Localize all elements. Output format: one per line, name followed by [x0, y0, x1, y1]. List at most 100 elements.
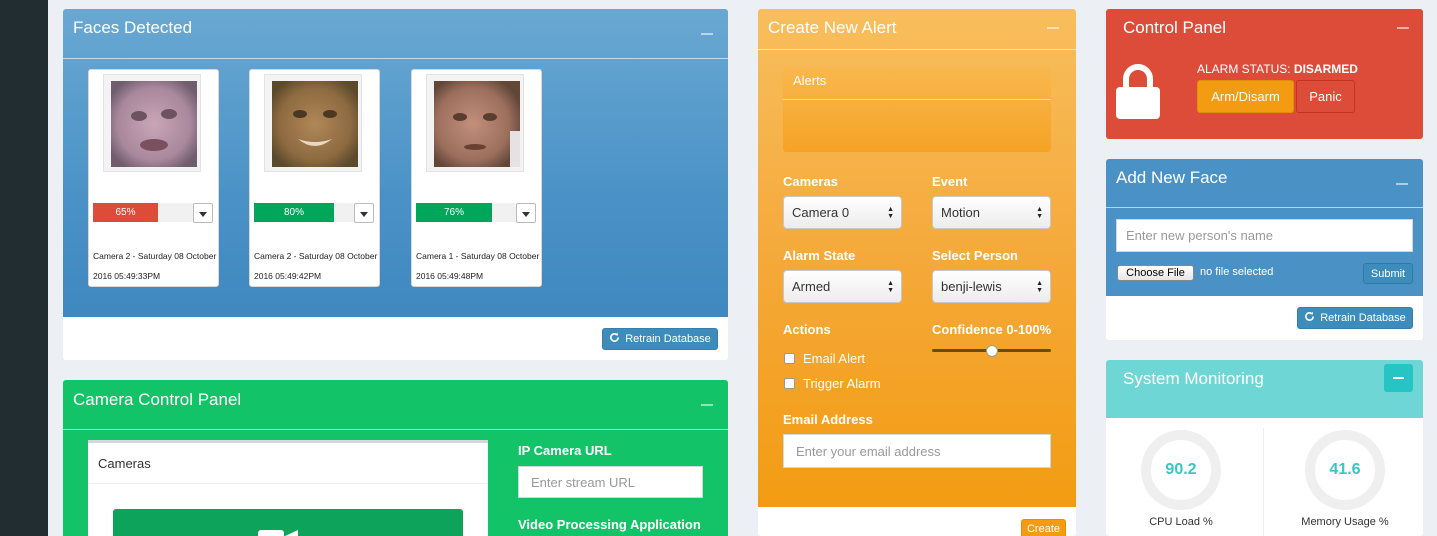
cameras-box: Cameras: [88, 440, 488, 536]
system-monitoring-header: System Monitoring: [1106, 360, 1423, 418]
video-camera-icon: [258, 528, 298, 536]
select-arrows-icon: ▲ ▼: [887, 280, 894, 294]
face-thumbnail: [264, 74, 362, 172]
alarm-status-value: DISARMED: [1293, 62, 1358, 76]
event-select-value: Motion: [941, 205, 981, 220]
face-thumbnail: [426, 74, 524, 172]
add-new-face-panel: Add New Face Enter new person's name Cho…: [1106, 159, 1423, 340]
retrain-database-label: Retrain Database: [1320, 312, 1406, 324]
confidence-bar: 76%: [416, 203, 492, 222]
cpu-load-label: CPU Load %: [1149, 516, 1213, 528]
face-caption: Camera 2 - Saturday 08 October 2016 05:4…: [254, 251, 378, 281]
panel-title: System Monitoring: [1123, 369, 1264, 388]
face-options-dropdown[interactable]: [354, 203, 374, 223]
divider: [758, 49, 1076, 50]
divider: [1106, 207, 1423, 208]
select-arrows-icon: ▲ ▼: [887, 206, 894, 220]
alarm-state-select[interactable]: Armed ▲ ▼: [783, 270, 902, 303]
email-alert-label: Email Alert: [803, 351, 866, 366]
event-label: Event: [932, 174, 968, 189]
person-select-value: benji-lewis: [941, 279, 1002, 294]
face-options-dropdown[interactable]: [516, 203, 536, 223]
control-panel: Control Panel ALARM STATUS: DISARMED Arm…: [1106, 9, 1423, 139]
face-image: [111, 81, 197, 167]
memory-usage-gauge: 41.6: [1305, 430, 1385, 510]
person-select[interactable]: benji-lewis ▲ ▼: [932, 270, 1051, 303]
confidence-progress: 65%: [93, 203, 193, 222]
divider: [783, 99, 1051, 100]
camera-select-value: Camera 0: [792, 205, 850, 220]
select-person-label: Select Person: [932, 248, 1018, 263]
confidence-progress: 76%: [416, 203, 516, 222]
alarm-state-label: Alarm State: [783, 248, 856, 263]
panel-title: Camera Control Panel: [73, 390, 242, 409]
refresh-icon: [609, 332, 620, 346]
file-status: no file selected: [1200, 266, 1274, 278]
collapse-icon[interactable]: [1397, 27, 1409, 29]
faces-detected-panel: Faces Detected 65% Camera 2 - Saturday 0…: [63, 9, 728, 360]
confidence-bar: 65%: [93, 203, 158, 222]
cameras-header: Cameras: [98, 456, 151, 471]
face-image: [434, 81, 520, 167]
retrain-database-label: Retrain Database: [625, 333, 711, 345]
email-alert-checkbox[interactable]: [784, 353, 795, 364]
confidence-slider-thumb[interactable]: [985, 345, 998, 357]
panel-title: Add New Face: [1116, 168, 1228, 187]
person-name-input[interactable]: Enter new person's name: [1116, 219, 1413, 252]
panel-title: Faces Detected: [73, 18, 193, 37]
stream-url-input[interactable]: Enter stream URL: [518, 466, 703, 498]
panel-title: Control Panel: [1123, 18, 1227, 37]
faces-panel-header: Faces Detected 65% Camera 2 - Saturday 0…: [63, 9, 728, 317]
divider: [88, 483, 488, 484]
cameras-label: Cameras: [783, 174, 838, 189]
event-select[interactable]: Motion ▲ ▼: [932, 196, 1051, 229]
panel-title: Create New Alert: [768, 18, 897, 37]
alert-panel-body: Create New Alert Alerts Cameras Camera 0…: [758, 9, 1076, 507]
trigger-alarm-checkbox[interactable]: [784, 378, 795, 389]
select-arrows-icon: ▲ ▼: [1036, 206, 1043, 220]
alerts-header: Alerts: [793, 73, 827, 88]
collapse-icon[interactable]: [1047, 27, 1059, 29]
camera-control-panel: Camera Control Panel Cameras IP Camera U…: [63, 380, 728, 536]
collapse-icon[interactable]: [701, 33, 713, 35]
face-image: [272, 81, 358, 167]
confidence-progress: 80%: [254, 203, 354, 222]
refresh-icon: [1304, 311, 1315, 325]
retrain-database-button[interactable]: Retrain Database: [602, 328, 718, 350]
email-address-label: Email Address: [783, 412, 873, 427]
cpu-load-gauge: 90.2: [1141, 430, 1221, 510]
email-address-input[interactable]: Enter your email address: [783, 434, 1051, 468]
collapse-icon[interactable]: [1396, 183, 1408, 185]
collapse-button[interactable]: [1384, 364, 1413, 392]
camera-select[interactable]: Camera 0 ▲ ▼: [783, 196, 902, 229]
panic-button[interactable]: Panic: [1296, 80, 1355, 113]
confidence-bar: 80%: [254, 203, 334, 222]
divider: [63, 58, 728, 59]
choose-file-button[interactable]: Choose File: [1117, 265, 1194, 281]
trigger-alarm-label: Trigger Alarm: [803, 376, 881, 391]
retrain-database-button[interactable]: Retrain Database: [1297, 307, 1413, 329]
face-card: 80% Camera 2 - Saturday 08 October 2016 …: [249, 69, 380, 287]
add-face-body: Add New Face Enter new person's name Cho…: [1106, 159, 1423, 296]
face-caption: Camera 1 - Saturday 08 October 2016 05:4…: [416, 251, 540, 281]
alarm-status: ALARM STATUS: DISARMED: [1197, 62, 1358, 76]
alerts-list: Alerts: [783, 66, 1051, 152]
sidebar: [0, 0, 48, 536]
create-alert-button[interactable]: Create: [1021, 519, 1066, 536]
alarm-state-select-value: Armed: [792, 279, 831, 294]
face-thumbnail: [103, 74, 201, 172]
submit-face-button[interactable]: Submit: [1363, 263, 1413, 284]
divider: [1263, 428, 1264, 536]
face-card: 65% Camera 2 - Saturday 08 October 2016 …: [88, 69, 219, 287]
video-processing-label: Video Processing Application: [518, 517, 701, 532]
lock-icon: [1116, 63, 1160, 119]
confidence-label: Confidence 0-100%: [932, 322, 1052, 337]
camera-feed-placeholder[interactable]: [113, 509, 463, 536]
face-options-dropdown[interactable]: [193, 203, 213, 223]
collapse-icon[interactable]: [701, 404, 713, 406]
face-caption: Camera 2 - Saturday 08 October 2016 05:4…: [93, 251, 217, 281]
alarm-status-prefix: ALARM STATUS:: [1197, 62, 1291, 76]
arm-disarm-button[interactable]: Arm/Disarm: [1197, 80, 1294, 113]
create-new-alert-panel: Create New Alert Alerts Cameras Camera 0…: [758, 9, 1076, 536]
actions-label: Actions: [783, 322, 831, 337]
